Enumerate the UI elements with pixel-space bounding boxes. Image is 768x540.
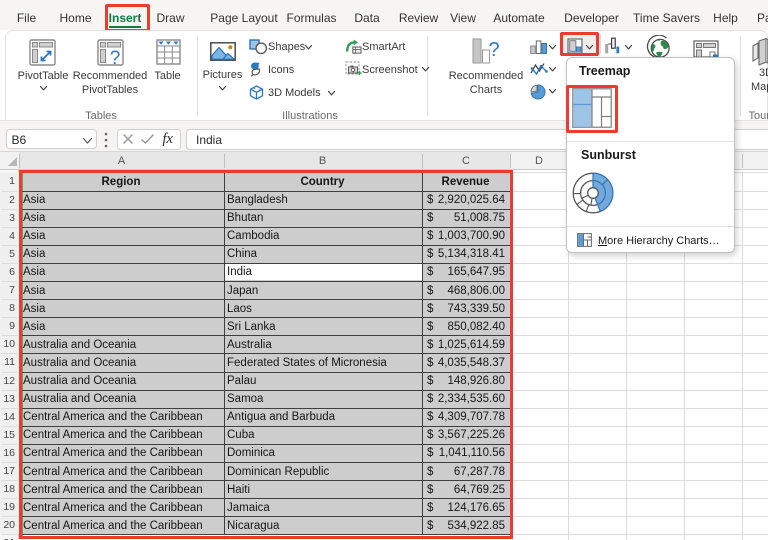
svg-text:?: ?	[488, 39, 499, 61]
svg-text:?: ?	[110, 48, 121, 66]
